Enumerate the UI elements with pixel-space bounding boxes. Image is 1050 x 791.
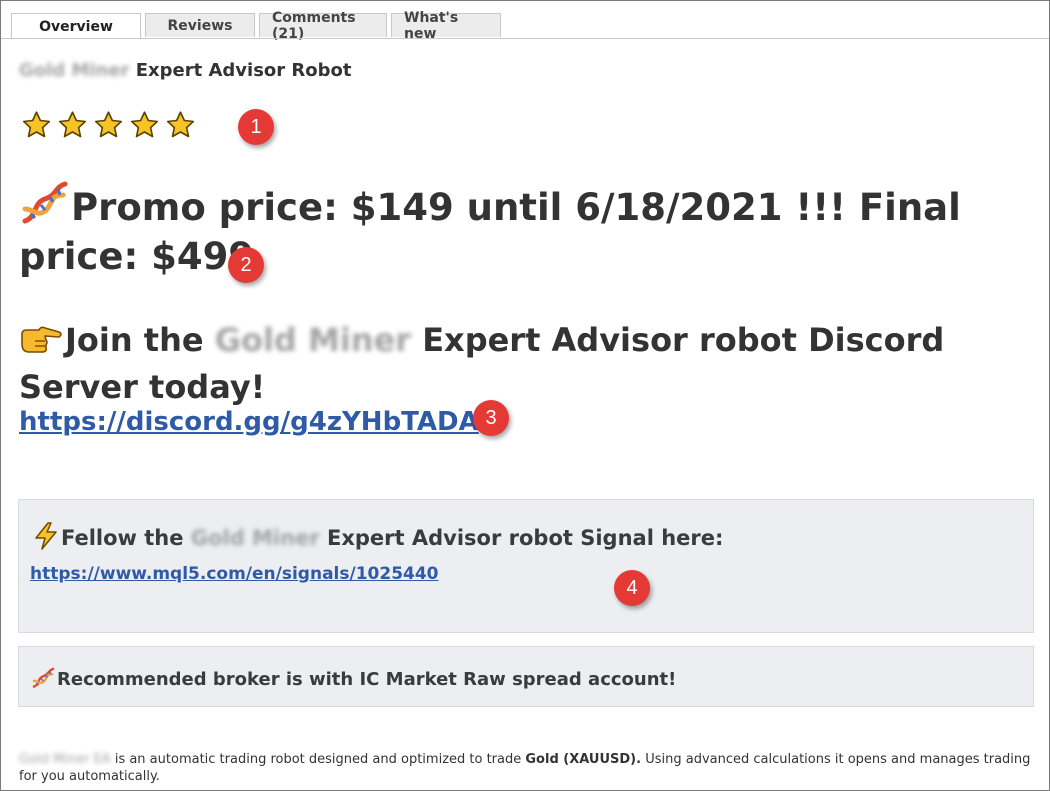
lightning-icon (33, 522, 59, 555)
signal-box: Fellow the Gold Miner Expert Advisor rob… (18, 499, 1034, 633)
tab-divider (1, 38, 1049, 39)
product-title: Gold Miner Expert Advisor Robot (19, 60, 352, 81)
tab-reviews[interactable]: Reviews (145, 13, 255, 37)
tab-whats-new[interactable]: What's new (391, 10, 501, 42)
annotation-badge-4: 4 (614, 570, 650, 606)
join-discord-heading: Join the Gold Miner Expert Advisor robot… (19, 319, 1039, 408)
star-icon (21, 110, 52, 140)
blurred-product-name: Gold Miner (190, 526, 320, 550)
broker-box: Recommended broker is with IC Market Raw… (18, 646, 1034, 707)
tab-overview[interactable]: Overview (11, 13, 141, 39)
dna-icon (19, 181, 69, 235)
promo-text: Promo price: $149 until 6/18/2021 !!! Fi… (19, 186, 961, 278)
annotation-badge-3: 3 (473, 400, 509, 436)
pointing-hand-icon (19, 320, 63, 366)
dna-icon (31, 667, 55, 694)
signal-heading: Fellow the Gold Miner Expert Advisor rob… (33, 522, 723, 555)
description-bold: Gold (XAUUSD). (525, 752, 642, 767)
product-title-text: Expert Advisor Robot (135, 60, 352, 81)
annotation-badge-2: 2 (228, 247, 264, 283)
blurred-product-name: Gold Miner (19, 60, 130, 81)
signal-prefix: Fellow the (61, 526, 184, 550)
product-description: Gold Miner EA is an automatic trading ro… (19, 751, 1039, 785)
tab-bar: Overview Reviews Comments (21) What's ne… (11, 10, 501, 42)
discord-invite-link[interactable]: https://discord.gg/g4zYHbTADA (19, 407, 479, 437)
broker-text: Recommended broker is with IC Market Raw… (57, 669, 677, 690)
description-text: is an automatic trading robot designed a… (114, 752, 522, 767)
product-page: Overview Reviews Comments (21) What's ne… (0, 0, 1050, 791)
blurred-product-name: Gold Miner EA (19, 752, 111, 767)
promo-heading: Promo price: $149 until 6/18/2021 !!! Fi… (19, 181, 1039, 279)
signal-link[interactable]: https://www.mql5.com/en/signals/1025440 (30, 564, 439, 584)
annotation-badge-1: 1 (238, 109, 274, 145)
blurred-product-name: Gold Miner (214, 321, 412, 359)
star-icon (57, 110, 88, 140)
star-rating (21, 110, 196, 140)
join-prefix: Join the (65, 321, 204, 359)
star-icon (129, 110, 160, 140)
star-icon (93, 110, 124, 140)
broker-recommendation: Recommended broker is with IC Market Raw… (31, 667, 676, 694)
tab-comments[interactable]: Comments (21) (259, 10, 387, 42)
signal-suffix: Expert Advisor robot Signal here: (327, 526, 724, 550)
star-icon (165, 110, 196, 140)
